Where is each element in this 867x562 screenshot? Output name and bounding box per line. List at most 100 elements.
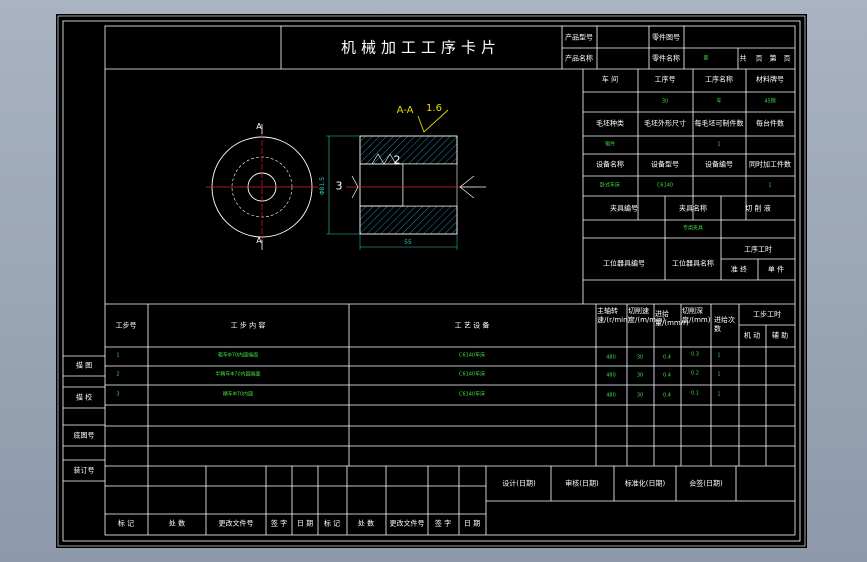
simultaneous-parts-value: 1 (768, 182, 772, 189)
step-equipment: C6140车床 (458, 371, 486, 378)
prep-label: 准 终 (730, 265, 748, 274)
rev-count-label: 处 数 (168, 519, 186, 528)
process-name-label: 工序名称 (705, 75, 733, 84)
step-depth: 0.1 (691, 390, 699, 397)
rev-date-label-2: 日 期 (463, 519, 481, 528)
material-grade-label: 材料牌号 (756, 75, 784, 84)
process-name-value: 车 (716, 98, 722, 105)
step-passes: 1 (717, 391, 721, 398)
fixture-name-label: 夹具名称 (679, 204, 707, 213)
step-no: 1 (116, 352, 120, 359)
end-view (206, 124, 318, 250)
step-cut: 30 (636, 372, 644, 379)
process-no-label: 工序号 (654, 75, 676, 84)
step-depth: 0.2 (691, 370, 699, 377)
rev-count-label-2: 处 数 (357, 519, 375, 528)
equipment-name-value: 卧式车床 (599, 182, 621, 189)
rev-date-label: 日 期 (296, 519, 314, 528)
fixture-no-label: 夹具编号 (610, 204, 638, 213)
rev-sign-label-2: 签 字 (434, 519, 452, 528)
blank-size-label: 毛坯外形尺寸 (644, 119, 686, 128)
dim-length: 55 (404, 239, 412, 246)
sheet-label: 第 (769, 54, 777, 63)
process-hours-label: 工序工时 (744, 245, 772, 254)
label-3: 3 (335, 179, 343, 193)
step-speed: 480 (606, 392, 616, 399)
col-aux-time: 辅 助 (771, 331, 789, 340)
rev-mark-label: 标 记 (117, 519, 135, 528)
binding-no-label: 装订号 (73, 466, 95, 475)
step-equipment: C6140车床 (458, 391, 486, 398)
label-2: 2 (393, 153, 401, 167)
total-label: 共 (739, 54, 747, 63)
product-name-label: 产品名称 (565, 54, 593, 63)
product-model-label: 产品型号 (565, 33, 593, 42)
approve-label: 会签(日期) (689, 479, 723, 488)
step-speed: 480 (606, 372, 616, 379)
step-content: 精车Φ70内圆 (222, 391, 254, 398)
step-feed: 0.4 (663, 392, 671, 399)
section-label: A-A (396, 105, 414, 116)
process-no-value: 30 (661, 98, 669, 105)
design-label: 设计(日期) (502, 479, 536, 488)
marker-a-bottom: A (256, 236, 262, 245)
workshop-label: 车 间 (601, 75, 619, 84)
rev-doc-no-label-2: 更改文件号 (389, 519, 425, 528)
step-equipment: C6140车床 (458, 352, 486, 359)
station-tool-no-label: 工位器具编号 (603, 259, 645, 268)
card-title: 机械加工工序卡片 (340, 38, 502, 57)
station-tool-name-label: 工位器具名称 (672, 259, 714, 268)
part-name-value: 套 (703, 55, 709, 62)
col-spindle-speed: 主轴转速/(r/min) (597, 307, 631, 324)
step-passes: 1 (717, 371, 721, 378)
roughness-value: 1.6 (426, 103, 442, 114)
simultaneous-parts-label: 同时加工件数 (749, 160, 791, 169)
step-feed: 0.4 (663, 372, 671, 379)
parts-per-unit-label: 每台件数 (756, 119, 784, 128)
coolant-label: 切 削 液 (745, 204, 771, 213)
equipment-name-label: 设备名称 (596, 160, 624, 169)
step-content: 粗车Φ70内圆端面 (217, 352, 259, 359)
fixture-name-value: 专用夹具 (682, 225, 704, 232)
col-step-content: 工 步 内 容 (230, 321, 266, 330)
standard-label: 标准化(日期) (624, 479, 666, 488)
equipment-model-value: C6140 (656, 182, 674, 189)
sheet-page-label: 页 (783, 54, 791, 63)
equipment-model-label: 设备型号 (651, 160, 679, 169)
equipment-no-label: 设备编号 (705, 160, 733, 169)
dim-diameter: Φ81.5 (319, 176, 326, 196)
rev-sign-label: 签 字 (270, 519, 288, 528)
step-speed: 480 (606, 354, 616, 361)
step-cut: 30 (636, 392, 644, 399)
process-card-sheet: 机械加工工序卡片 产品型号 零件图号 产品名称 零件名称 套 共 页 第 页 车… (56, 14, 807, 548)
section-view (326, 109, 486, 250)
step-content: 半精车Φ70内圆端面 (215, 371, 261, 378)
col-passes: 进给次数 (714, 316, 735, 334)
unit-label: 单 件 (767, 265, 785, 274)
drawing-frame (57, 15, 806, 547)
blank-type-value: 锻件 (604, 141, 616, 148)
page-label: 页 (755, 54, 763, 63)
col-equipment: 工 艺 设 备 (454, 321, 490, 330)
col-depth: 切削深度/(mm) (682, 307, 711, 324)
col-cutting-speed: 切削速度/(m/min) (628, 307, 666, 324)
review-label: 审核(日期) (565, 479, 599, 488)
col-step-hours: 工步工时 (753, 310, 781, 319)
base-no-label: 底图号 (73, 431, 95, 440)
step-passes: 1 (717, 352, 721, 359)
check-label: 描 校 (75, 393, 93, 402)
step-no: 3 (116, 391, 120, 398)
step-no: 2 (116, 371, 120, 378)
part-drawing-no-label: 零件图号 (652, 33, 680, 42)
parts-per-blank-value: 1 (717, 141, 721, 148)
trace-label: 描 图 (75, 361, 93, 370)
rev-mark-label-2: 标 记 (323, 519, 341, 528)
col-step-no: 工步号 (115, 321, 137, 330)
marker-a-top: A (256, 122, 262, 131)
col-machine-time: 机 动 (743, 331, 761, 340)
step-feed: 0.4 (663, 354, 671, 361)
col-feed: 进给量/(mm/r) (655, 310, 689, 327)
parts-per-blank-label: 每毛坯可制件数 (694, 119, 744, 128)
step-cut: 30 (636, 354, 644, 361)
rev-doc-no-label: 更改文件号 (218, 519, 254, 528)
